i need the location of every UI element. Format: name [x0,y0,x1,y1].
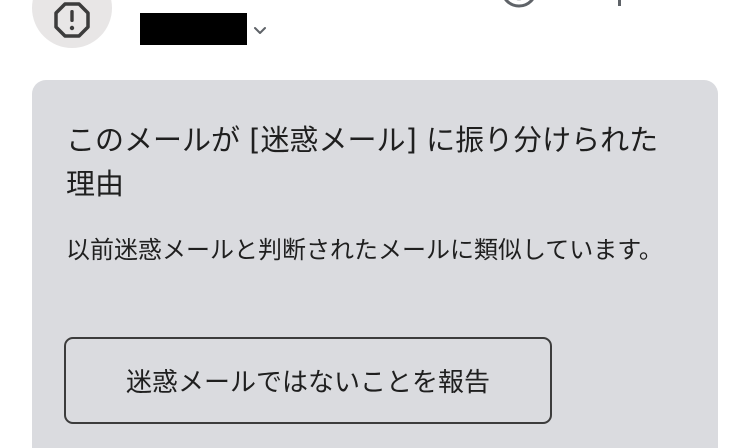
menu-icon-fragment [618,0,621,6]
email-view: このメールが [迷惑メール] に振り分けられた理由 以前迷惑メールと判断されたメ… [0,0,750,448]
spam-notice-card: このメールが [迷惑メール] に振り分けられた理由 以前迷惑メールと判断されたメ… [32,80,718,448]
sender-avatar[interactable] [32,0,112,48]
alert-octagon-icon [54,2,90,38]
spam-notice-title: このメールが [迷惑メール] に振り分けられた理由 [66,123,659,201]
sender-name-redacted [140,13,247,45]
spam-notice-body: 以前迷惑メールと判断されたメールに類似しています。 [66,236,663,264]
circle-icon[interactable] [498,0,540,12]
sender-row[interactable] [140,13,267,45]
report-not-spam-button[interactable]: 迷惑メールではないことを報告 [64,337,552,424]
chevron-down-icon[interactable] [253,26,267,36]
